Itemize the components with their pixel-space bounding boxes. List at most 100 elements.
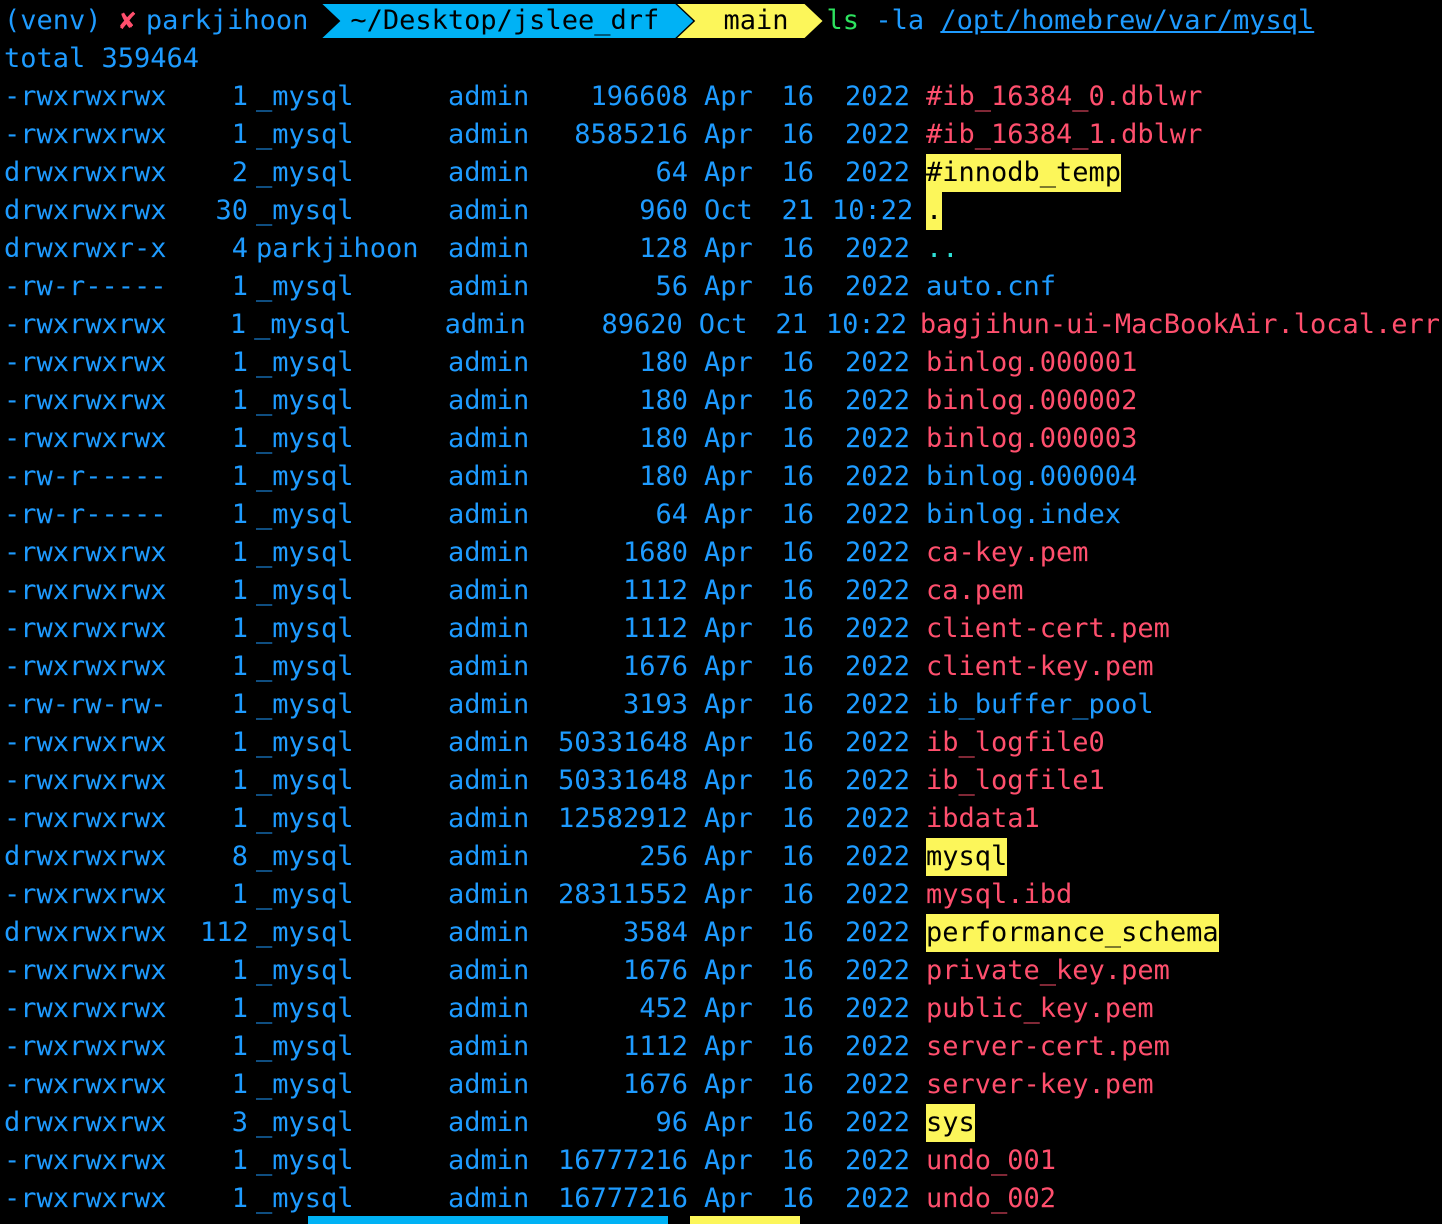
entry-time-or-year: 2022 [844, 233, 910, 264]
entry-link-count: 1 [231, 499, 248, 530]
entry-size: 180 [639, 423, 688, 454]
entry-day: 16 [781, 575, 814, 606]
entry-permissions: drwxrwxr-x [4, 233, 167, 264]
terminal-window[interactable]: (venv) ✘ parkjihoon ~/Desktop/jslee_drf … [4, 2, 1440, 1218]
entry-link-count: 1 [231, 1183, 248, 1214]
prompt-branch-segment: main [677, 4, 822, 38]
entry-group: admin [448, 575, 530, 606]
listing-row: -rwxrwxrwx 1 _mysql admin 16777216 Apr 16 2022 u… [4, 1180, 1440, 1218]
listing-row: drwxrwxrwx 2 _mysql admin 64 Apr 16 2022 #innodb… [4, 154, 1440, 192]
entry-group: admin [448, 1031, 530, 1062]
entry-owner: _mysql [256, 613, 354, 644]
entry-file-name[interactable]: server-cert.pem [926, 1028, 1170, 1066]
entry-day: 16 [781, 81, 814, 112]
entry-day: 16 [781, 537, 814, 568]
entry-size: 1112 [622, 575, 688, 606]
entry-file-name[interactable]: ib_buffer_pool [926, 686, 1154, 724]
entry-link-count: 30 [215, 195, 248, 226]
entry-file-name[interactable]: auto.cnf [926, 268, 1056, 306]
entry-file-name[interactable]: client-key.pem [926, 648, 1154, 686]
entry-file-name[interactable]: private_key.pem [926, 952, 1170, 990]
entry-file-name[interactable]: .. [926, 230, 959, 268]
listing-row: -rwxrwxrwx 1 _mysql admin 1676 Apr 16 2022 clien… [4, 648, 1440, 686]
entry-group: admin [448, 765, 530, 796]
entry-file-name[interactable]: client-cert.pem [926, 610, 1170, 648]
entry-group: admin [448, 727, 530, 758]
entry-file-name[interactable]: #ib_16384_0.dblwr [926, 78, 1202, 116]
entry-file-name[interactable]: ib_logfile1 [926, 762, 1105, 800]
entry-file-name[interactable]: binlog.000001 [926, 344, 1137, 382]
entry-month: Apr [704, 385, 753, 416]
entry-day: 16 [781, 765, 814, 796]
entry-link-count: 1 [231, 879, 248, 910]
entry-size: 1112 [622, 1031, 688, 1062]
entry-size: 96 [655, 1107, 688, 1138]
entry-size: 1676 [622, 651, 688, 682]
entry-file-name[interactable]: binlog.index [926, 496, 1121, 534]
entry-day: 16 [781, 1069, 814, 1100]
entry-file-name[interactable]: public_key.pem [926, 990, 1154, 1028]
listing-row: -rwxrwxrwx 1 _mysql admin 1112 Apr 16 2022 ca.pe… [4, 572, 1440, 610]
entry-size: 1680 [622, 537, 688, 568]
entry-file-name[interactable]: binlog.000003 [926, 420, 1137, 458]
entry-size: 3584 [622, 917, 688, 948]
entry-file-name[interactable]: ibdata1 [926, 800, 1040, 838]
entry-group: admin [448, 993, 530, 1024]
listing-row: -rw-r----- 1 _mysql admin 56 Apr 16 2022 auto.cn… [4, 268, 1440, 306]
entry-directory-name[interactable]: #innodb_temp [926, 154, 1122, 192]
prompt-path: ~/Desktop/jslee_drf [350, 5, 660, 36]
entry-link-count: 1 [231, 803, 248, 834]
prompt-path-segment: ~/Desktop/jslee_drf [322, 4, 693, 38]
entry-file-name[interactable]: ca-key.pem [926, 534, 1089, 572]
entry-directory-name[interactable]: mysql [926, 838, 1008, 876]
entry-link-count: 1 [231, 461, 248, 492]
entry-owner: _mysql [254, 309, 352, 340]
entry-day: 16 [781, 727, 814, 758]
entry-group: admin [448, 841, 530, 872]
entry-owner: _mysql [256, 1183, 354, 1214]
listing-row: -rwxrwxrwx 1 _mysql admin 28311552 Apr 16 2022 m… [4, 876, 1440, 914]
entry-file-name[interactable]: ca.pem [926, 572, 1024, 610]
entry-day: 16 [781, 385, 814, 416]
entry-time-or-year: 2022 [844, 1183, 910, 1214]
entry-permissions: -rw-r----- [4, 271, 167, 302]
entry-file-name[interactable]: binlog.000004 [926, 458, 1137, 496]
entry-time-or-year: 2022 [844, 917, 910, 948]
entry-size: 128 [639, 233, 688, 264]
entry-group: admin [448, 689, 530, 720]
entry-owner: _mysql [256, 385, 354, 416]
entry-permissions: -rwxrwxrwx [4, 1145, 167, 1176]
entry-owner: _mysql [256, 651, 354, 682]
listing-row: -rw-rw-rw- 1 _mysql admin 3193 Apr 16 2022 ib_bu… [4, 686, 1440, 724]
listing-row: -rwxrwxrwx 1 _mysql admin 1112 Apr 16 2022 clien… [4, 610, 1440, 648]
entry-directory-name[interactable]: . [926, 192, 943, 230]
entry-file-name[interactable]: #ib_16384_1.dblwr [926, 116, 1202, 154]
entry-group: admin [448, 651, 530, 682]
entry-group: admin [448, 81, 530, 112]
entry-owner: _mysql [256, 423, 354, 454]
next-prompt-path-segment [308, 1216, 668, 1224]
entry-file-name[interactable]: undo_001 [926, 1142, 1056, 1180]
entry-size: 50331648 [557, 727, 688, 758]
entry-size: 180 [639, 461, 688, 492]
listing-row: -rwxrwxrwx 1 _mysql admin 180 Apr 16 2022 binlog… [4, 382, 1440, 420]
entry-permissions: -rw-r----- [4, 499, 167, 530]
entry-permissions: -rwxrwxrwx [4, 727, 167, 758]
entry-permissions: drwxrwxrwx [4, 917, 167, 948]
entry-file-name[interactable]: binlog.000002 [926, 382, 1137, 420]
entry-directory-name[interactable]: sys [926, 1104, 975, 1142]
entry-file-name[interactable]: server-key.pem [926, 1066, 1154, 1104]
entry-group: admin [448, 195, 530, 226]
entry-day: 16 [781, 1031, 814, 1062]
entry-directory-name[interactable]: performance_schema [926, 914, 1219, 952]
entry-file-name[interactable]: ib_logfile0 [926, 724, 1105, 762]
entry-file-name[interactable]: undo_002 [926, 1180, 1056, 1218]
entry-file-name[interactable]: bagjihun-ui-MacBookAir.local.err [920, 306, 1440, 344]
entry-size: 16777216 [557, 1145, 688, 1176]
command-target-path[interactable]: /opt/homebrew/var/mysql [940, 2, 1314, 40]
listing-row: -rwxrwxrwx 1 _mysql admin 50331648 Apr 16 2022 i… [4, 762, 1440, 800]
entry-size: 256 [639, 841, 688, 872]
listing-row: -rwxrwxrwx 1 _mysql admin 1676 Apr 16 2022 priva… [4, 952, 1440, 990]
listing-row: drwxrwxr-x 4 parkjihoon admin 128 Apr 16 2022.. [4, 230, 1440, 268]
entry-file-name[interactable]: mysql.ibd [926, 876, 1072, 914]
